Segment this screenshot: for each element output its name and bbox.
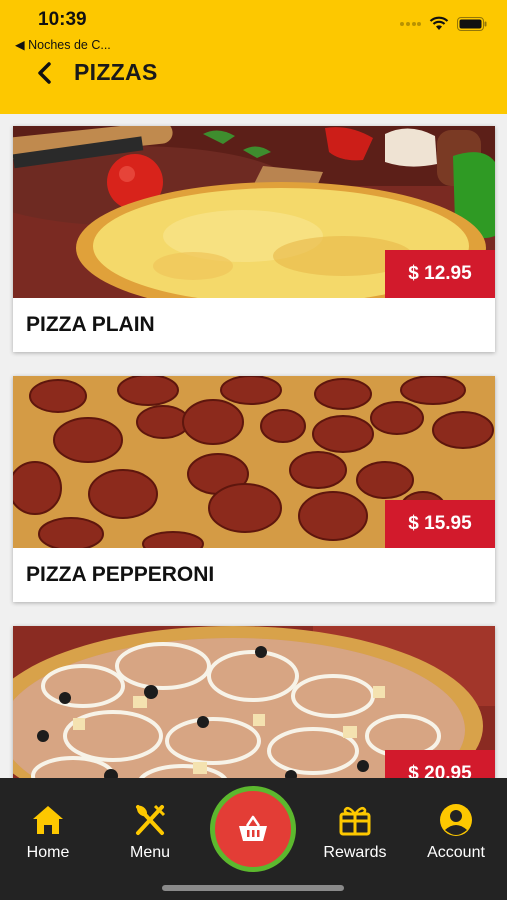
cart-button[interactable]: [210, 786, 296, 872]
item-name: PIZZA PEPPERONI: [26, 563, 215, 586]
status-time: 10:39: [38, 9, 87, 30]
price-badge: $ 15.95: [385, 500, 495, 548]
tab-menu-label: Menu: [129, 844, 171, 861]
pizza-plain-photo: $ 12.95: [13, 126, 495, 298]
tab-rewards-label: Rewards: [323, 844, 387, 861]
account-icon: [440, 804, 472, 836]
battery-icon: [457, 16, 487, 31]
gift-icon: [339, 806, 371, 836]
pizza-pepperoni-photo: $ 15.95: [13, 376, 495, 548]
wifi-icon: [429, 16, 449, 30]
item-name: PIZZA PLAIN: [26, 313, 155, 336]
tab-home[interactable]: Home: [3, 802, 93, 862]
home-icon: [33, 806, 63, 834]
pizza-supreme-photo: $ 20.95: [13, 626, 495, 778]
basket-icon: [239, 815, 267, 841]
back-chevron-icon[interactable]: [34, 60, 56, 86]
tab-account[interactable]: Account: [411, 802, 501, 862]
menu-item-card[interactable]: $ 20.95: [13, 626, 495, 778]
page-title: PIZZAS: [74, 59, 158, 85]
status-icons: [399, 16, 487, 31]
tab-account-label: Account: [427, 844, 485, 861]
menu-item-list[interactable]: $ 12.95 PIZZA PLAIN $ 15.95 PIZZA PEPPER…: [0, 114, 507, 778]
price-badge: $ 20.95: [385, 750, 495, 778]
bottom-tab-bar: Home Menu Rewards Account: [0, 778, 507, 900]
tab-home-label: Home: [26, 844, 70, 861]
menu-item-card[interactable]: $ 15.95 PIZZA PEPPERONI: [13, 376, 495, 602]
tab-menu[interactable]: Menu: [105, 802, 195, 862]
tab-rewards[interactable]: Rewards: [310, 802, 400, 862]
home-indicator: [162, 885, 344, 891]
price-badge: $ 12.95: [385, 250, 495, 298]
signal-icon: [400, 21, 421, 26]
utensils-icon: [136, 804, 166, 835]
app-header: 10:39 ◀ Noches de C... PIZZAS: [0, 0, 507, 114]
back-to-app-link[interactable]: ◀ Noches de C...: [15, 37, 111, 52]
menu-item-card[interactable]: $ 12.95 PIZZA PLAIN: [13, 126, 495, 352]
